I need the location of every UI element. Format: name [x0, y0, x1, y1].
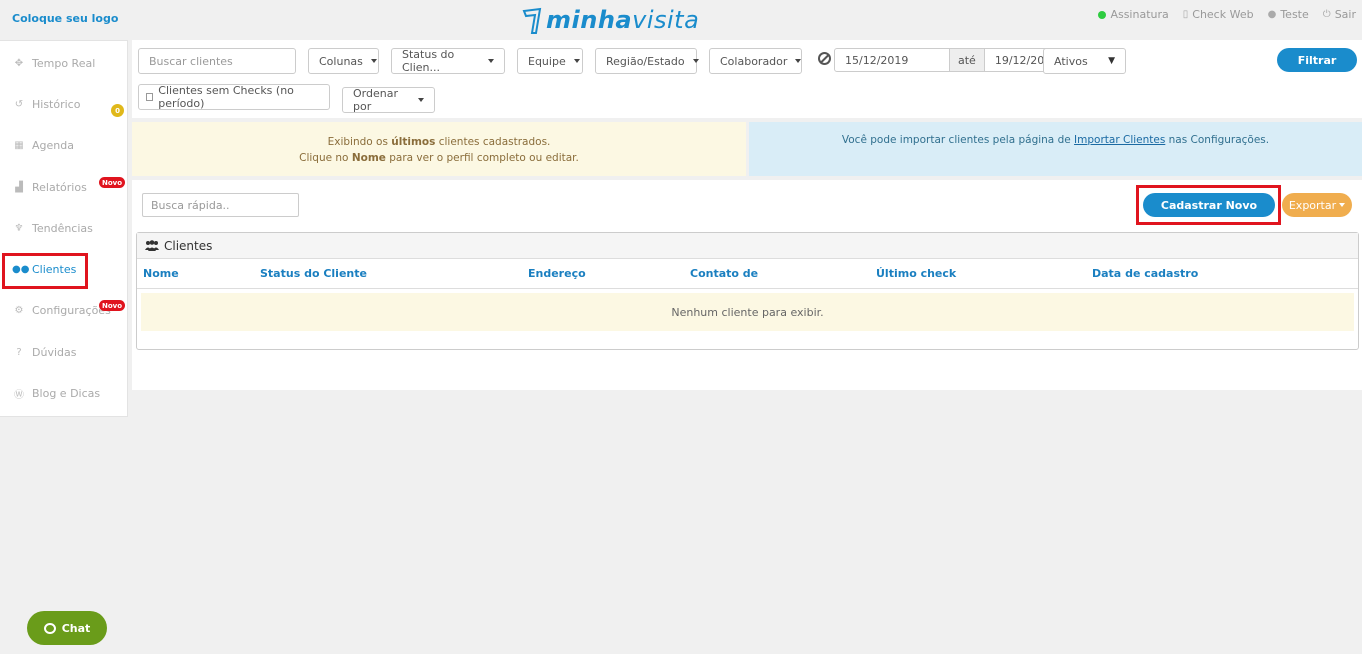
date-from-input[interactable]: 15/12/2019: [835, 54, 949, 67]
ordenar-dropdown[interactable]: Ordenar por: [342, 87, 435, 113]
user-icon: ●: [1267, 9, 1277, 20]
caret-down-icon: [795, 59, 802, 63]
chat-bubble-icon: [43, 622, 56, 634]
gears-icon: ⚙: [14, 304, 24, 316]
sem-checks-checkbox[interactable]: Clientes sem Checks (no período): [138, 84, 330, 110]
sidebar-item-blog[interactable]: Ⓦ Blog e Dicas: [0, 374, 128, 412]
mobile-icon: ▯: [1182, 9, 1189, 20]
crosshair-icon: ✥: [14, 57, 24, 69]
exportar-button[interactable]: Exportar: [1282, 193, 1352, 217]
sidebar-item-agenda[interactable]: ▦ Agenda: [0, 126, 128, 164]
ativos-select[interactable]: Ativos ▼: [1043, 48, 1126, 74]
main-panel: Cadastrar Novo Exportar Clientes Nome St…: [132, 180, 1362, 390]
users-icon: [145, 240, 159, 251]
regiao-dropdown[interactable]: Região/Estado: [595, 48, 699, 74]
chart-icon: ▟: [15, 181, 23, 193]
filter-bar: Colunas Status do Clien... Equipe Região…: [132, 40, 1362, 118]
colunas-dropdown[interactable]: Colunas: [308, 48, 379, 74]
date-separator: até: [949, 49, 985, 71]
status-dot-icon: [1098, 10, 1107, 19]
caret-down-icon: [370, 59, 377, 63]
cadastrar-novo-button[interactable]: Cadastrar Novo: [1143, 193, 1275, 217]
calendar-icon: ▦: [14, 139, 24, 151]
power-icon: ⏻: [1322, 9, 1331, 20]
column-header-contato[interactable]: Contato de: [690, 267, 758, 280]
caret-down-icon: [488, 59, 494, 63]
panel-heading: Clientes: [137, 233, 1358, 259]
brand-name: minhavisita: [546, 6, 700, 34]
question-icon: ?: [16, 346, 22, 358]
sidebar-item-tendencias[interactable]: ♆ Tendências: [0, 209, 128, 247]
top-link-assinatura[interactable]: Assinatura: [1098, 8, 1169, 21]
sidebar-item-relatorios[interactable]: ▟ Relatórios Novo: [0, 168, 128, 206]
brand-logo[interactable]: minhavisita: [522, 4, 699, 36]
date-range: 15/12/2019 até 19/12/2019: [834, 48, 1068, 72]
empty-table-message: Nenhum cliente para exibir.: [141, 293, 1354, 331]
sidebar-item-configuracoes[interactable]: ⚙ Configurações Novo: [0, 291, 128, 329]
sidebar: ✥ Tempo Real ↺ Histórico 0 ▦ Agenda ▟ Re…: [0, 40, 128, 417]
top-link-user[interactable]: ● Teste: [1268, 8, 1309, 21]
colaborador-dropdown[interactable]: Colaborador: [709, 48, 802, 74]
chat-button[interactable]: Chat: [27, 611, 107, 645]
status-dropdown[interactable]: Status do Clien...: [391, 48, 505, 74]
info-banner-import: Você pode importar clientes pela página …: [749, 122, 1362, 176]
caret-down-icon: [573, 59, 580, 63]
brand-mark-icon: [522, 7, 542, 34]
trophy-icon: ♆: [14, 222, 24, 234]
caret-down-icon: [418, 98, 424, 102]
column-header-ultimo-check[interactable]: Último check: [876, 267, 956, 280]
sidebar-item-historico[interactable]: ↺ Histórico 0: [0, 85, 128, 123]
quick-search-field: [142, 193, 299, 217]
top-link-sair[interactable]: ⏻ Sair: [1323, 8, 1356, 21]
caret-down-icon: [1339, 203, 1346, 207]
checkbox-icon[interactable]: [146, 93, 154, 101]
top-bar: Coloque seu logo minhavisita Assinatura …: [0, 0, 1362, 38]
sidebar-item-tempo-real[interactable]: ✥ Tempo Real: [0, 44, 128, 82]
search-clients-field: [138, 48, 296, 74]
logo-placeholder[interactable]: Coloque seu logo: [12, 12, 118, 25]
select-arrow-icon: ▼: [1108, 56, 1115, 66]
column-header-nome[interactable]: Nome: [143, 267, 179, 280]
historico-count-badge: 0: [111, 104, 124, 117]
column-header-status[interactable]: Status do Cliente: [260, 267, 367, 280]
filtrar-button[interactable]: Filtrar: [1277, 48, 1357, 72]
top-link-check-web[interactable]: ▯ Check Web: [1183, 8, 1254, 21]
equipe-dropdown[interactable]: Equipe: [517, 48, 583, 74]
info-banner-recent: Exibindo os últimos clientes cadastrados…: [132, 122, 746, 176]
history-icon: ↺: [14, 98, 24, 110]
column-header-data-cadastro[interactable]: Data de cadastro: [1092, 267, 1198, 280]
wordpress-icon: Ⓦ: [14, 389, 24, 401]
column-header-endereco[interactable]: Endereço: [528, 267, 586, 280]
quick-search-input[interactable]: [151, 198, 290, 212]
clear-dates-icon[interactable]: [818, 52, 831, 65]
configuracoes-novo-badge: Novo: [99, 300, 125, 311]
search-clients-input[interactable]: [149, 54, 285, 68]
table-header-row: Nome Status do Cliente Endereço Contato …: [137, 259, 1358, 289]
importar-clientes-link[interactable]: Importar Clientes: [1074, 134, 1165, 146]
sidebar-item-duvidas[interactable]: ? Dúvidas: [0, 333, 128, 371]
highlight-clientes: [2, 253, 88, 289]
clientes-table-panel: Clientes Nome Status do Cliente Endereço…: [136, 232, 1359, 350]
caret-down-icon: [692, 59, 699, 63]
top-links: Assinatura ▯ Check Web ● Teste ⏻ Sair: [1098, 8, 1356, 21]
relatorios-novo-badge: Novo: [99, 177, 125, 188]
